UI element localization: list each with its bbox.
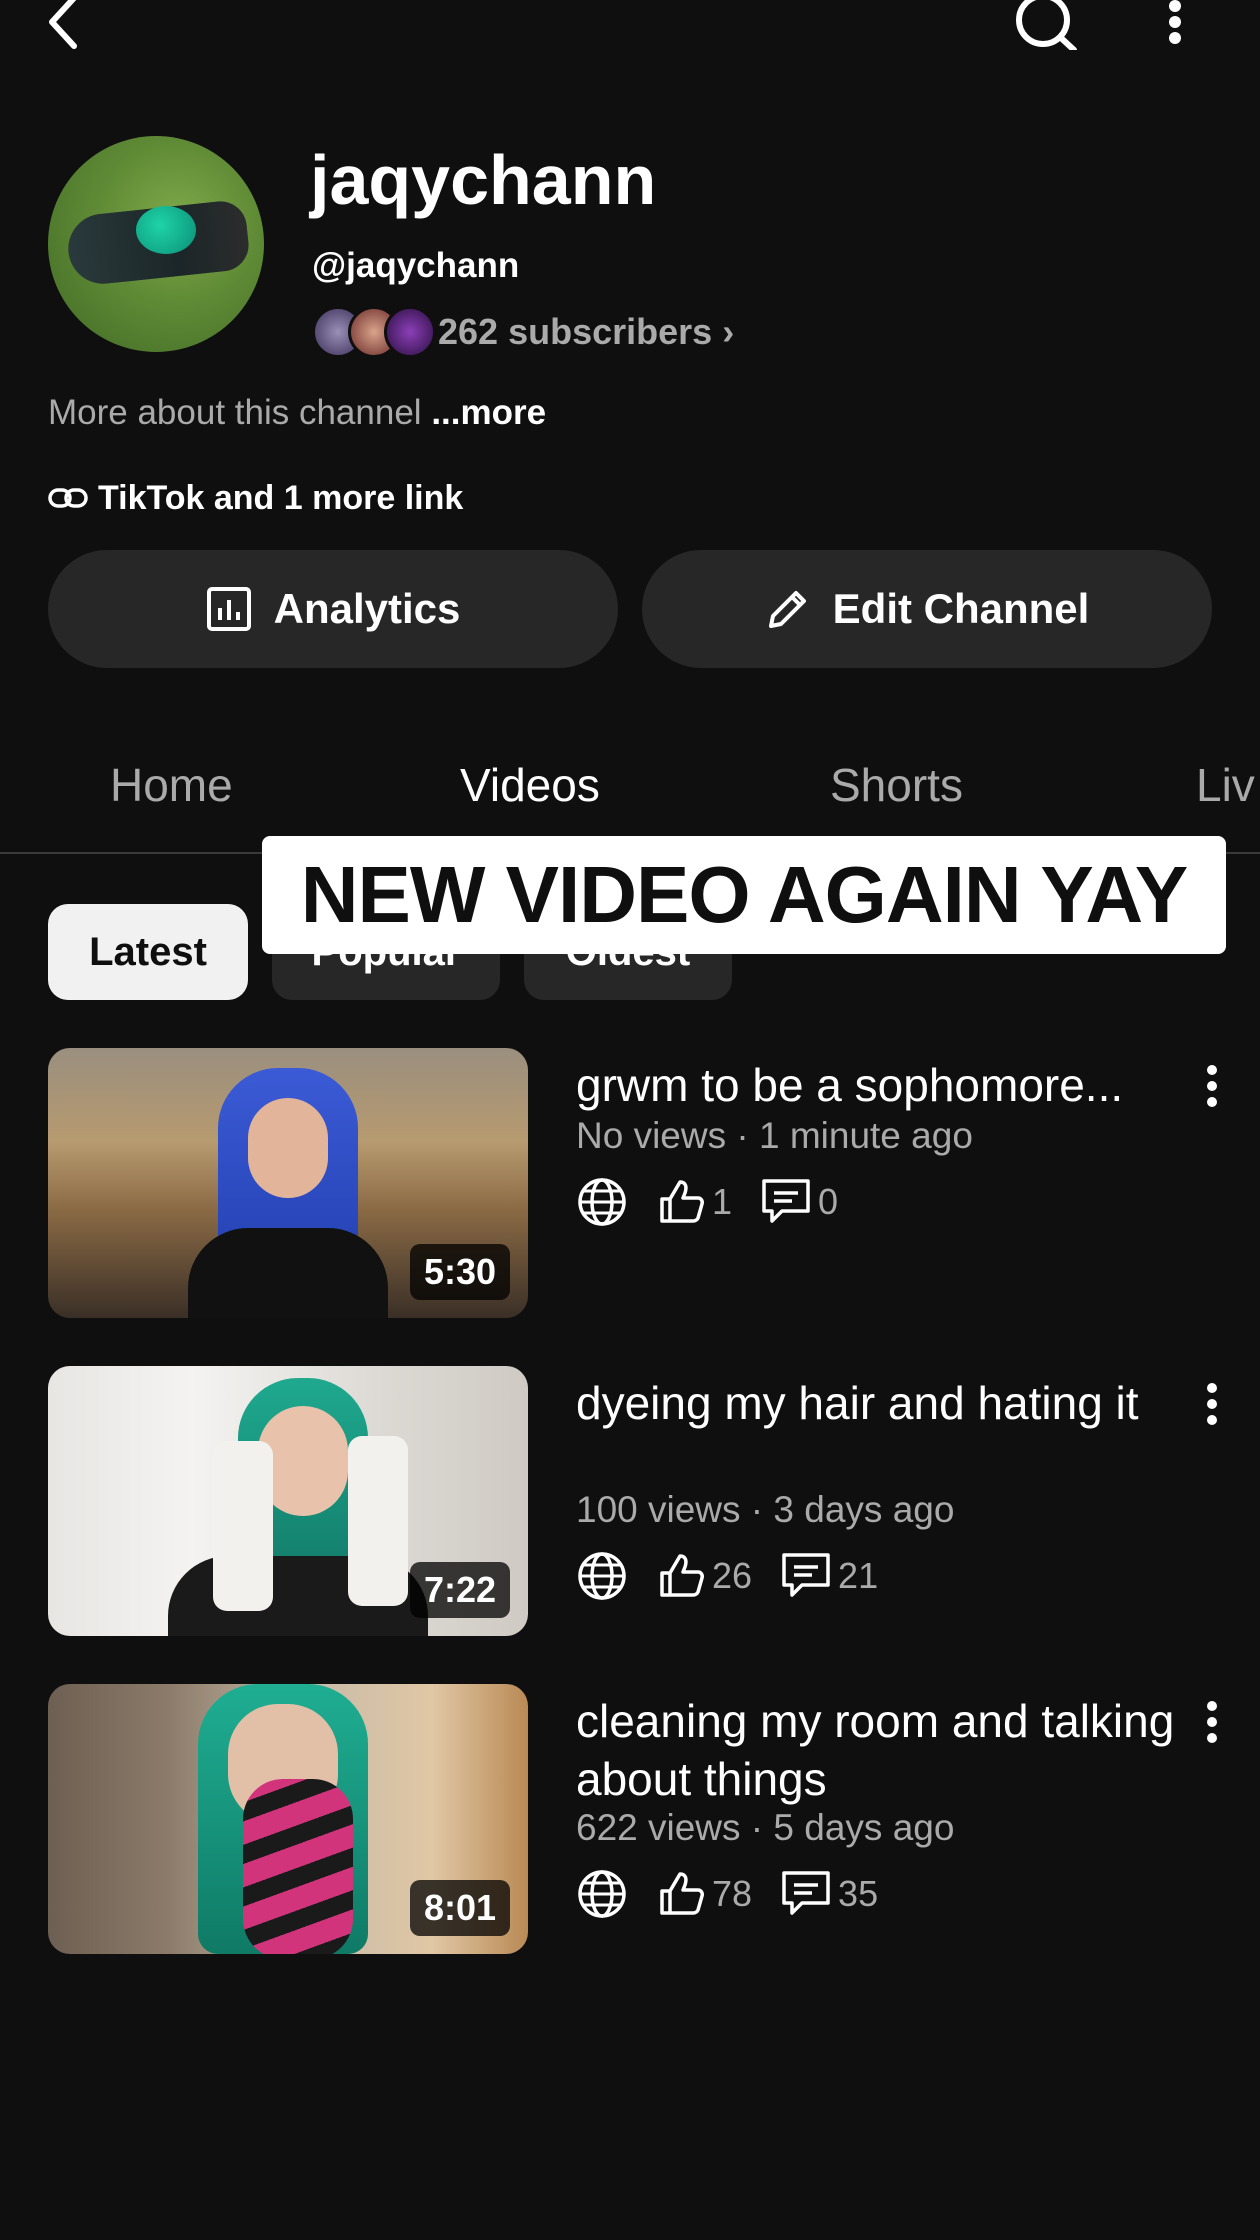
tab-videos[interactable]: Videos — [460, 755, 600, 815]
video-options-icon[interactable] — [1200, 1698, 1224, 1746]
about-text: More about this channel — [48, 393, 422, 432]
more-link[interactable]: ...more — [431, 393, 546, 432]
thumbs-up-icon — [656, 1177, 706, 1227]
video-item[interactable]: 5:30 grwm to be a sophomore... No views … — [0, 1048, 1260, 1320]
channel-handle: @jaqychann — [312, 246, 520, 285]
analytics-label: Analytics — [273, 585, 461, 632]
video-options-icon[interactable] — [1200, 1062, 1224, 1110]
subscriber-avatars — [312, 306, 436, 358]
comment-icon — [760, 1177, 812, 1227]
like-count: 1 — [712, 1181, 733, 1222]
video-title[interactable]: cleaning my room and talking about thing… — [576, 1692, 1176, 1808]
globe-icon — [576, 1550, 628, 1602]
video-title[interactable]: dyeing my hair and hating it — [576, 1374, 1176, 1432]
thumbs-up-icon — [656, 1551, 706, 1601]
subscribers-count: 262 subscribers — [438, 311, 713, 352]
video-meta: 100 views · 3 days ago — [576, 1489, 955, 1530]
analytics-button[interactable]: Analytics — [48, 550, 618, 668]
links-label: TikTok and 1 more link — [98, 479, 464, 517]
tab-shorts[interactable]: Shorts — [830, 755, 963, 815]
video-duration: 5:30 — [409, 1244, 510, 1300]
tab-live[interactable]: Liv — [1196, 755, 1255, 815]
like-count: 78 — [712, 1873, 753, 1914]
like-count: 26 — [712, 1555, 753, 1596]
globe-icon — [576, 1868, 628, 1920]
video-stats: 26 21 — [576, 1546, 906, 1606]
chevron-right-icon: › — [722, 311, 735, 352]
video-item[interactable]: 7:22 dyeing my hair and hating it 100 vi… — [0, 1366, 1260, 1638]
comment-count: 35 — [838, 1873, 879, 1914]
video-duration: 8:01 — [409, 1880, 510, 1936]
video-item[interactable]: 8:01 cleaning my room and talking about … — [0, 1684, 1260, 1956]
thumbs-up-icon — [656, 1869, 706, 1919]
video-stats: 1 0 — [576, 1172, 866, 1232]
comment-count: 0 — [818, 1181, 839, 1222]
channel-description[interactable]: More about this channel ...more — [48, 392, 546, 434]
video-meta: No views · 1 minute ago — [576, 1115, 973, 1156]
link-icon — [48, 486, 88, 510]
video-thumbnail[interactable]: 7:22 — [48, 1366, 528, 1636]
video-meta: 622 views · 5 days ago — [576, 1807, 955, 1848]
comment-icon — [780, 1551, 832, 1601]
channel-links[interactable]: TikTok and 1 more link — [48, 478, 463, 518]
channel-avatar[interactable] — [48, 136, 264, 352]
video-thumbnail[interactable]: 5:30 — [48, 1048, 528, 1318]
bar-chart-icon — [206, 586, 252, 632]
video-options-icon[interactable] — [1200, 1380, 1224, 1428]
more-options-icon[interactable] — [1160, 0, 1190, 50]
video-thumbnail[interactable]: 8:01 — [48, 1684, 528, 1954]
edit-channel-label: Edit Channel — [832, 585, 1090, 632]
tab-home[interactable]: Home — [110, 755, 233, 815]
search-icon[interactable] — [1010, 0, 1080, 50]
filter-latest[interactable]: Latest — [48, 904, 248, 1000]
comment-count: 21 — [838, 1555, 879, 1596]
edit-channel-button[interactable]: Edit Channel — [642, 550, 1212, 668]
video-title[interactable]: grwm to be a sophomore... — [576, 1056, 1176, 1114]
channel-name: jaqychann — [310, 141, 657, 219]
comment-icon — [780, 1869, 832, 1919]
globe-icon — [576, 1176, 628, 1228]
video-stats: 78 35 — [576, 1864, 906, 1924]
video-duration: 7:22 — [409, 1562, 510, 1618]
back-icon[interactable] — [40, 0, 90, 50]
overlay-caption: NEW VIDEO AGAIN YAY — [262, 836, 1226, 954]
pencil-icon — [765, 586, 811, 632]
subscribers-link[interactable]: 262 subscribers › — [438, 312, 734, 352]
